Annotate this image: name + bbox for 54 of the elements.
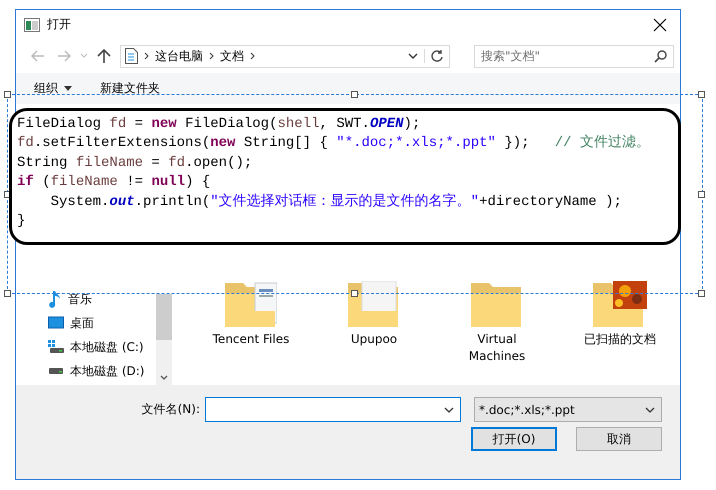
code-line: FileDialog fd = new FileDialog(shell, SWT.OPEN);	[17, 115, 422, 134]
resize-handle[interactable]	[698, 290, 705, 297]
folder-item[interactable]: Tencent Files	[202, 281, 300, 385]
chevron-right-icon	[250, 52, 255, 60]
cancel-button[interactable]: 取消	[576, 427, 662, 451]
toolbar-button[interactable]: 组织	[34, 80, 72, 97]
resize-handle[interactable]	[4, 91, 11, 98]
drive-icon	[48, 340, 64, 354]
chevron-right-icon	[209, 52, 214, 60]
chevron-down-icon[interactable]	[444, 406, 454, 412]
nav-item[interactable]: 本地磁盘 (C:)	[48, 338, 156, 356]
code-line: if (fileName != null) {	[17, 173, 212, 192]
chevron-down-icon[interactable]	[645, 406, 655, 412]
open-button[interactable]: 打开(O)	[471, 427, 557, 451]
window-icon	[24, 18, 40, 32]
code-line: }	[17, 212, 26, 231]
folder-item[interactable]: 已扫描的文档	[571, 281, 669, 385]
close-icon	[653, 18, 667, 32]
breadcrumb[interactable]: 文档	[220, 48, 244, 64]
arrow-right-icon	[57, 50, 71, 62]
caret-icon	[64, 86, 72, 91]
dropdown-icon[interactable]	[408, 53, 418, 59]
resize-handle[interactable]	[698, 91, 705, 98]
code-line: System.out.println("文件选择对话框：显示的是文件的名字。"+directoryName );	[50, 192, 623, 212]
chevron-down-icon[interactable]	[160, 375, 168, 381]
address-bar[interactable]: 这台电脑 文档	[120, 44, 450, 68]
folder-icon	[471, 281, 523, 327]
folder-item[interactable]: Upupoo	[325, 281, 423, 385]
folder-item[interactable]: Virtual Machines	[448, 281, 546, 385]
arrow-left-icon	[31, 50, 45, 62]
resize-handle[interactable]	[351, 290, 358, 297]
chevron-right-icon	[144, 52, 149, 60]
file-type-dropdown[interactable]: *.doc;*.xls;*.ppt	[474, 397, 662, 422]
document-icon	[125, 48, 138, 64]
resize-handle[interactable]	[351, 91, 358, 98]
desktop-icon	[48, 316, 64, 330]
scrollbar[interactable]	[156, 294, 172, 385]
folder-icon	[348, 281, 400, 327]
search-icon	[654, 50, 667, 63]
filename-label: 文件名(N):	[142, 401, 200, 418]
resize-handle[interactable]	[4, 290, 11, 297]
music-note-icon	[48, 290, 62, 308]
nav-item[interactable]: 桌面	[48, 314, 156, 332]
window-title: 打开	[47, 16, 72, 33]
code-line: String fileName = fd.open();	[17, 154, 254, 173]
code-line: fd.setFilterExtensions(new String[] { "*.doc;*.xls;*.ppt" }); // 文件过滤。	[17, 134, 651, 154]
drive-icon	[48, 366, 64, 376]
nav-item[interactable]: 音乐	[48, 290, 156, 308]
search-field[interactable]: 搜索"文档"	[474, 44, 674, 68]
toolbar-button[interactable]: 新建文件夹	[100, 80, 160, 97]
resize-handle[interactable]	[698, 191, 705, 198]
nav-item[interactable]: 本地磁盘 (D:)	[48, 362, 156, 380]
breadcrumb[interactable]: 这台电脑	[155, 48, 203, 64]
filename-field[interactable]	[205, 397, 461, 422]
